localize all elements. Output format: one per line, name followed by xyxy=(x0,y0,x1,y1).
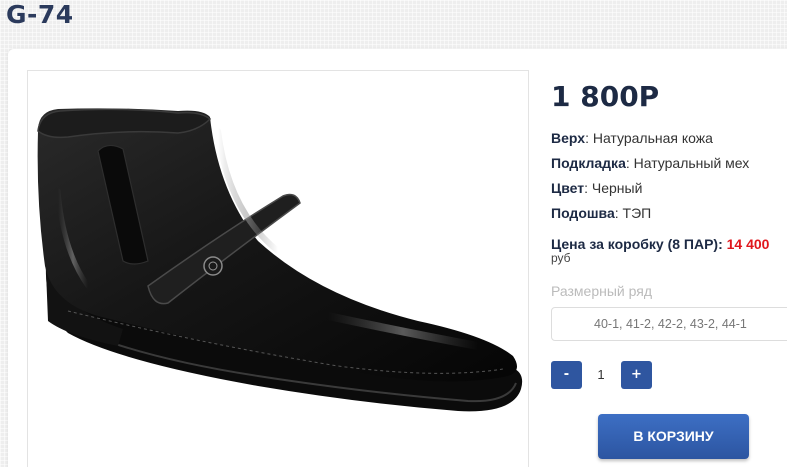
box-price-value: 14 400 xyxy=(726,236,770,252)
product-price: 1 800Р xyxy=(551,80,660,113)
product-image xyxy=(27,70,529,467)
size-range-field[interactable]: 40-1, 41-2, 42-2, 43-2, 44-1 xyxy=(551,307,787,341)
spec-value: Черный xyxy=(591,180,643,196)
spec-value: ТЭП xyxy=(622,205,652,221)
product-title: G-74 xyxy=(6,0,74,29)
spec-label: Подкладка xyxy=(551,155,626,171)
spec-label: Подошва xyxy=(551,205,615,221)
box-price: Цена за коробку (8 ПАР): 14 400 xyxy=(551,236,769,252)
spec-lining: Подкладка: Натуральный мех xyxy=(551,155,750,171)
quantity-value[interactable]: 1 xyxy=(584,361,618,389)
boot-image-icon xyxy=(37,108,523,412)
spec-label: Цвет xyxy=(551,180,585,196)
quantity-minus-button[interactable]: - xyxy=(551,361,582,389)
box-price-unit: руб xyxy=(551,251,571,265)
spec-color: Цвет: Черный xyxy=(551,180,643,196)
box-price-label: Цена за коробку (8 ПАР): xyxy=(551,236,723,252)
spec-value: Натуральная кожа xyxy=(592,130,713,146)
quantity-plus-button[interactable]: + xyxy=(621,361,652,389)
spec-sole: Подошва: ТЭП xyxy=(551,205,652,221)
spec-label: Верх xyxy=(551,130,586,146)
add-to-cart-button[interactable]: В КОРЗИНУ xyxy=(598,414,749,459)
size-range-label: Размерный ряд xyxy=(551,283,653,299)
spec-upper: Верх: Натуральная кожа xyxy=(551,130,713,146)
spec-value: Натуральный мех xyxy=(633,155,750,171)
